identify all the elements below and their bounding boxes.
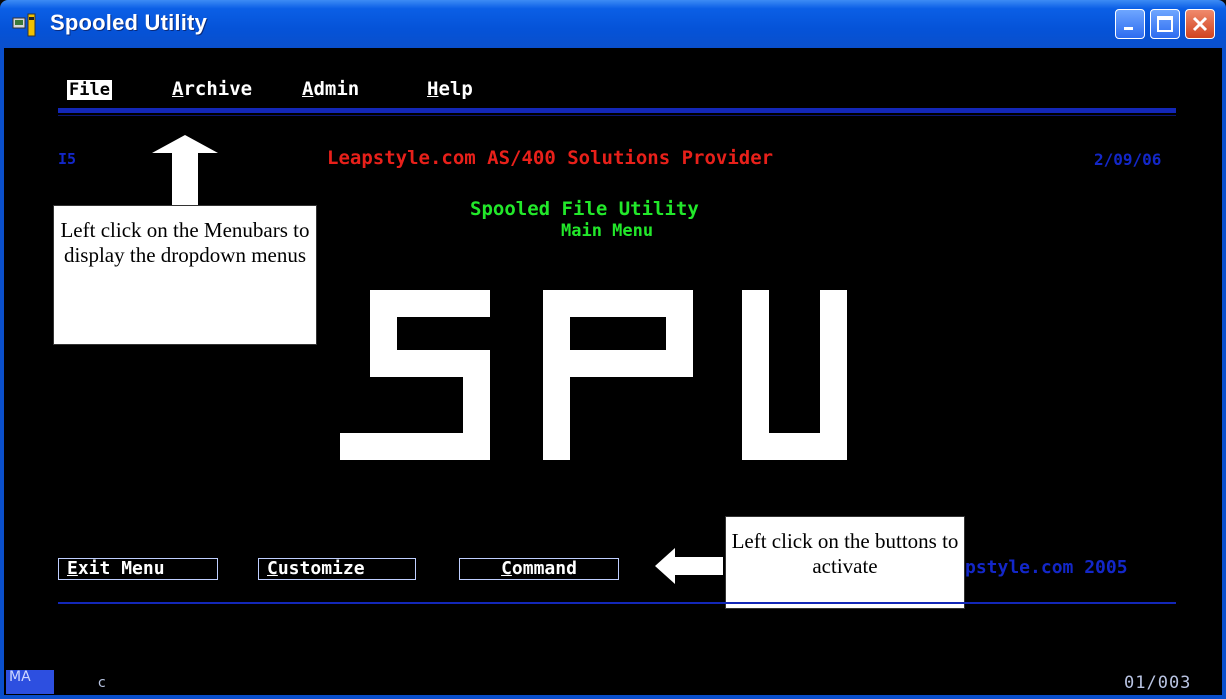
- menu-archive-rest: rchive: [183, 78, 253, 100]
- command-mnemonic: C: [501, 558, 512, 579]
- company-title: Leapstyle.com AS/400 Solutions Provider: [327, 147, 774, 169]
- window-border-right: [1222, 48, 1226, 699]
- menu-admin-mnemonic: A: [302, 78, 314, 100]
- copyright-text: pstyle.com 2005: [965, 557, 1128, 578]
- status-mode-text: MA: [9, 669, 31, 685]
- menu-help[interactable]: Help: [427, 78, 473, 100]
- menu-archive-mnemonic: A: [172, 78, 184, 100]
- window-border-bottom: [0, 695, 1226, 699]
- status-bar: [4, 668, 1222, 695]
- status-indicator: c: [98, 675, 106, 691]
- command-label-rest: ommand: [511, 558, 577, 579]
- menu-admin-rest: dmin: [313, 78, 360, 100]
- window-title: Spooled Utility: [50, 10, 207, 35]
- menu-help-mnemonic: H: [427, 78, 439, 100]
- spu-logo: [340, 290, 847, 460]
- arrow-up-icon: [152, 135, 218, 207]
- maximize-button[interactable]: [1150, 9, 1180, 39]
- utility-title: Spooled File Utility: [470, 198, 699, 220]
- menubar-hint-callout: Left click on the Menubars to display th…: [53, 205, 317, 345]
- title-bar[interactable]: Spooled Utility: [0, 0, 1226, 48]
- close-icon: [1192, 16, 1208, 32]
- customize-button[interactable]: Customize: [258, 558, 416, 580]
- customize-label-rest: ustomize: [277, 558, 365, 579]
- menu-file[interactable]: File: [67, 80, 112, 100]
- command-button[interactable]: Command: [459, 558, 619, 580]
- cursor-position: 01/003: [1124, 673, 1192, 693]
- arrow-left-icon: [655, 548, 723, 584]
- current-date: 2/09/06: [1094, 150, 1162, 169]
- footer-separator: [58, 602, 1176, 604]
- app-icon: [12, 13, 36, 37]
- close-button[interactable]: [1185, 9, 1215, 39]
- exit-menu-button[interactable]: Exit Menu: [58, 558, 218, 580]
- exit-mnemonic: E: [67, 558, 78, 579]
- customize-mnemonic: C: [267, 558, 278, 579]
- buttons-hint-callout: Left click on the buttons to activate: [725, 516, 965, 609]
- menu-archive[interactable]: Archive: [172, 78, 252, 100]
- menubar-separator-shadow: [58, 115, 1176, 116]
- menu-help-rest: elp: [438, 78, 473, 100]
- maximize-icon: [1157, 16, 1173, 32]
- menu-admin[interactable]: Admin: [302, 78, 359, 100]
- exit-label-rest: xit Menu: [77, 558, 165, 579]
- menubar-separator: [58, 108, 1176, 113]
- menu-subtitle: Main Menu: [561, 221, 654, 241]
- system-name: I5: [58, 150, 77, 168]
- minimize-button[interactable]: [1115, 9, 1145, 39]
- minimize-icon: [1124, 27, 1133, 30]
